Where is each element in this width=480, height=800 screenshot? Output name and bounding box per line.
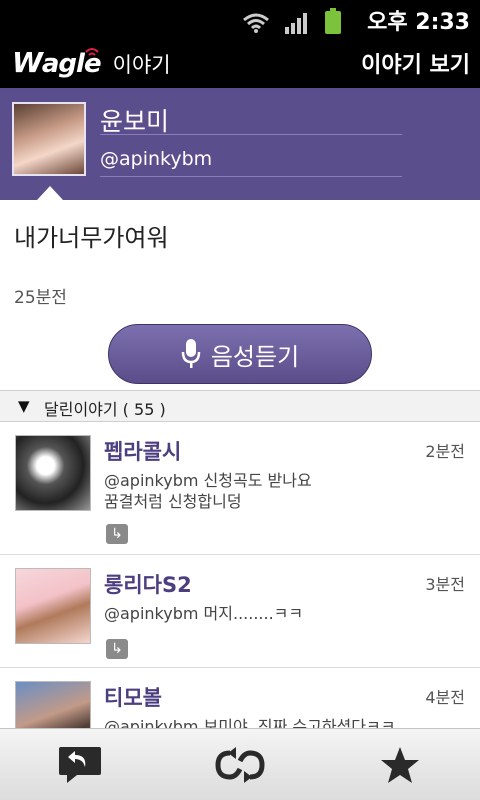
profile-header: 윤보미 @apinkybm: [0, 90, 480, 200]
retweet-icon: [215, 747, 265, 783]
pointer-notch: [37, 186, 63, 200]
reply-time: 4분전: [425, 688, 465, 707]
status-bar: 오후 2:33: [0, 0, 480, 38]
retweet-icon[interactable]: ↳: [106, 639, 128, 659]
voice-listen-button[interactable]: 음성듣기: [108, 324, 372, 384]
reply-icon: [59, 747, 101, 783]
replies-section-header[interactable]: ▼ 달린이야기 ( 55 ): [0, 390, 480, 422]
reply-time: 2분전: [425, 442, 465, 461]
page-title: 이야기 보기: [361, 53, 470, 78]
reply-time: 3분전: [425, 575, 465, 594]
voice-button-label: 음성듣기: [210, 342, 300, 371]
post-time: 25분전: [14, 288, 67, 308]
microphone-icon: [181, 339, 201, 368]
retweet-button[interactable]: [210, 741, 270, 789]
list-item[interactable]: 롱리다S2 3분전 @apinkybm 머지........ㅋㅋ ↳: [0, 555, 480, 668]
status-time: 오후 2:33: [367, 10, 470, 35]
avatar[interactable]: [15, 568, 91, 644]
list-item[interactable]: 티모볼 4분전 @apinkybm 보미야..진짜 수고하셨다ㅋㅋ: [0, 668, 480, 728]
reply-text: @apinkybm 신청곡도 받나요 꿈결처럼 신청합니덩: [104, 471, 312, 511]
profile-handle[interactable]: @apinkybm: [100, 148, 402, 177]
favorite-button[interactable]: [370, 741, 430, 789]
reply-author[interactable]: 롱리다S2: [104, 569, 192, 599]
app-logo: Wagle 이야기: [12, 46, 171, 79]
retweet-icon[interactable]: ↳: [106, 524, 128, 544]
signal-icon: [285, 13, 307, 34]
list-item[interactable]: 펩라콜시 2분전 @apinkybm 신청곡도 받나요 꿈결처럼 신청합니덩 ↳: [0, 422, 480, 555]
favorite-star-icon: [381, 747, 419, 783]
battery-icon: [325, 8, 341, 34]
logo-signal-icon: [85, 48, 99, 56]
reply-author[interactable]: 펩라콜시: [104, 436, 181, 466]
reply-author[interactable]: 티모볼: [104, 682, 162, 712]
avatar[interactable]: [15, 681, 91, 728]
collapse-triangle-icon: ▼: [18, 397, 30, 415]
replies-section-label: 달린이야기 ( 55 ): [44, 400, 166, 419]
avatar[interactable]: [12, 102, 86, 176]
reply-text: @apinkybm 머지........ㅋㅋ: [104, 604, 304, 623]
logo-sub: 이야기: [112, 53, 171, 77]
profile-name[interactable]: 윤보미: [100, 102, 402, 136]
reply-button[interactable]: [50, 741, 110, 789]
status-icons: [242, 8, 342, 34]
post-text: 내가너무가여워: [14, 224, 169, 252]
bottom-toolbar: [0, 728, 480, 800]
reply-text: @apinkybm 보미야..진짜 수고하셨다ㅋㅋ: [104, 717, 396, 728]
app-bar: Wagle 이야기 이야기 보기: [0, 38, 480, 90]
wifi-icon: [243, 13, 269, 33]
avatar[interactable]: [15, 435, 91, 511]
